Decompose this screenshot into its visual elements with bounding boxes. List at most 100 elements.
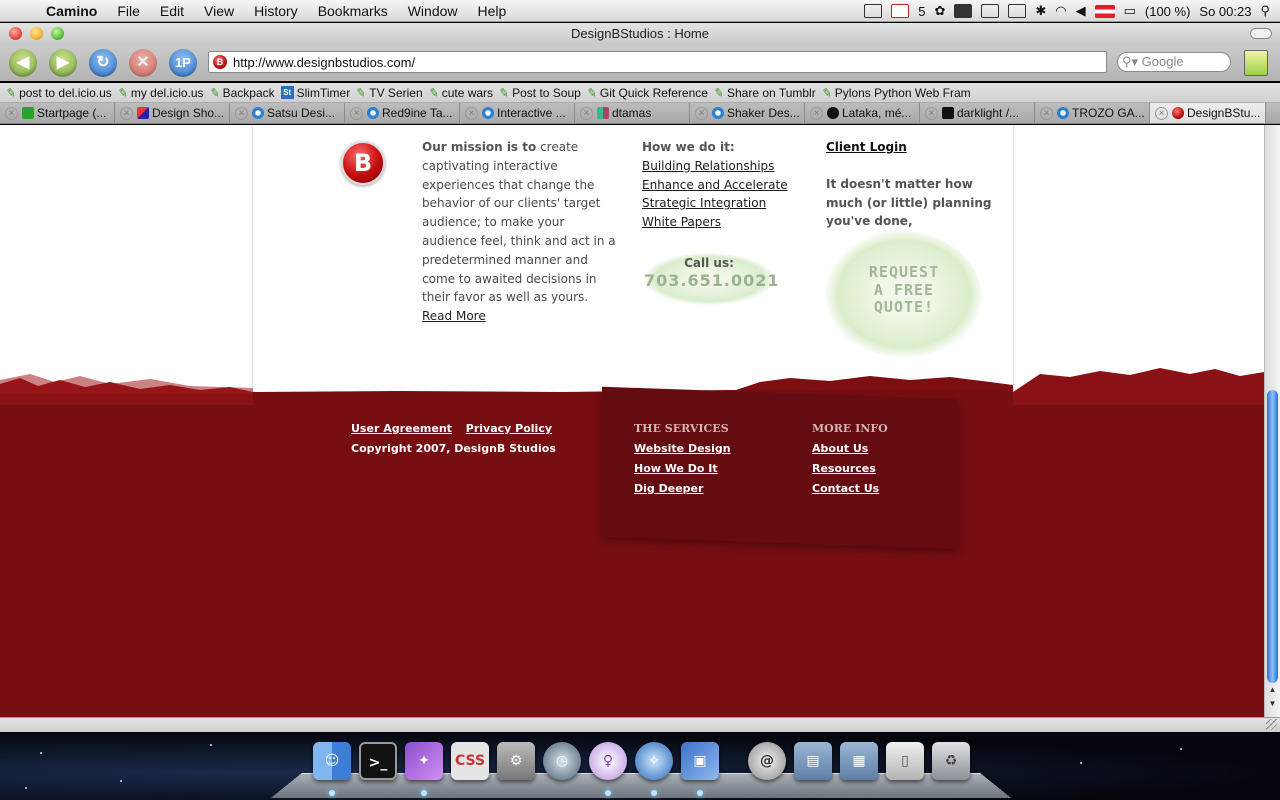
tab-designbstudios[interactable]: × DesignBStu... (1150, 103, 1266, 123)
tab-shaker[interactable]: × Shaker Des... (690, 103, 805, 123)
close-tab-icon[interactable]: × (350, 106, 363, 120)
read-more-link[interactable]: Read More (422, 309, 486, 323)
trash-icon[interactable]: ♻ (932, 742, 970, 780)
documents-folder-icon[interactable]: ▤ (794, 742, 832, 780)
reload-button[interactable]: ↻ (89, 49, 117, 77)
bookmark-item[interactable]: ✎ cute wars (427, 85, 493, 101)
bookmarks-manager-button[interactable] (1244, 50, 1268, 76)
tab-darklight[interactable]: × darklight /... (920, 103, 1035, 123)
input-source-flag-icon[interactable] (1094, 4, 1115, 18)
display-icon[interactable] (981, 4, 1000, 18)
time-machine-icon[interactable]: ◷ (543, 742, 581, 780)
bookmark-item[interactable]: St SlimTimer (280, 86, 350, 100)
camino-icon[interactable]: ✧ (635, 742, 673, 780)
memory-icon[interactable] (1008, 4, 1027, 18)
tab-design-shop[interactable]: × Design Sho... (115, 103, 230, 123)
iphoto-icon[interactable]: ▣ (681, 742, 719, 780)
adium-icon[interactable]: ♀ (589, 742, 627, 780)
system-preferences-icon[interactable]: ⚙ (497, 742, 535, 780)
search-field[interactable]: ⚲▾ Google (1117, 52, 1231, 72)
scroll-up-arrow-icon[interactable]: ▲ (1267, 685, 1278, 697)
strategic-integration-link[interactable]: Strategic Integration (642, 194, 802, 213)
calendar-icon[interactable] (864, 4, 883, 18)
bookmark-item[interactable]: ✎ TV Serien (355, 85, 423, 101)
about-us-link[interactable]: About Us (812, 439, 888, 459)
close-tab-icon[interactable]: × (5, 106, 18, 120)
website-design-link[interactable]: Website Design (634, 439, 731, 459)
close-tab-icon[interactable]: × (580, 106, 593, 120)
close-tab-icon[interactable]: × (465, 106, 478, 120)
bookmark-item[interactable]: ✎ Pylons Python Web Fram (821, 85, 971, 101)
close-tab-icon[interactable]: × (235, 106, 248, 120)
gmail-icon[interactable] (891, 4, 910, 18)
user-agreement-link[interactable]: User Agreement (351, 422, 452, 435)
menubar-clock[interactable]: So 00:23 (1199, 4, 1251, 19)
tab-dtamas[interactable]: × dtamas (575, 103, 690, 123)
vertical-scrollbar[interactable]: ▲ ▼ (1264, 125, 1280, 717)
how-we-do-it-link[interactable]: How We Do It (634, 459, 731, 479)
cssedit-icon[interactable]: CSS (451, 742, 489, 780)
menu-edit[interactable]: Edit (150, 0, 194, 22)
enhance-accelerate-link[interactable]: Enhance and Accelerate (642, 176, 802, 195)
menu-view[interactable]: View (194, 0, 244, 22)
dig-deeper-link[interactable]: Dig Deeper (634, 479, 731, 499)
zoom-window-button[interactable] (51, 27, 64, 40)
address-bar[interactable]: B http://www.designbstudios.com/ (208, 51, 1107, 73)
spaces-icon[interactable] (954, 4, 973, 18)
bookmark-item[interactable]: ✎ Share on Tumblr (713, 85, 816, 101)
close-tab-icon[interactable]: × (1040, 106, 1053, 120)
finder-icon[interactable]: ☺ (313, 742, 351, 780)
colloquy-icon[interactable]: ✦ (405, 742, 443, 780)
resources-link[interactable]: Resources (812, 459, 888, 479)
bookmark-item[interactable]: ✎ post to del.icio.us (5, 85, 112, 101)
request-quote-button[interactable]: REQUEST A FREE QUOTE! (826, 231, 982, 357)
close-tab-icon[interactable]: × (1155, 106, 1168, 120)
tab-interactive[interactable]: × Interactive ... (460, 103, 575, 123)
tab-satsu[interactable]: × Satsu Desi... (230, 103, 345, 123)
paw-icon[interactable]: ✿ (934, 3, 945, 19)
bookmark-item[interactable]: ✎ Git Quick Reference (586, 85, 708, 101)
close-tab-icon[interactable]: × (925, 106, 938, 120)
spotlight-icon[interactable]: ⚲ (1260, 3, 1270, 19)
onepassword-button[interactable]: 1P (169, 49, 197, 77)
forward-button[interactable]: ▶ (49, 49, 77, 77)
bookmark-item[interactable]: ✎ Backpack (208, 85, 274, 101)
menu-help[interactable]: Help (468, 0, 517, 22)
resize-grip-icon[interactable] (1266, 719, 1277, 730)
toolbar-toggle-button[interactable] (1250, 28, 1272, 39)
client-login-link[interactable]: Client Login (826, 138, 996, 157)
wifi-icon[interactable]: ◠ (1055, 3, 1066, 19)
bookmark-item[interactable]: ✎ my del.icio.us (117, 85, 204, 101)
menu-file[interactable]: File (107, 0, 150, 22)
volume-icon[interactable]: ◀ (1076, 3, 1086, 19)
battery-icon[interactable]: ▭ (1124, 3, 1136, 19)
close-tab-icon[interactable]: × (695, 106, 708, 120)
scroll-down-arrow-icon[interactable]: ▼ (1267, 699, 1278, 711)
terminal-icon[interactable]: >_ (359, 742, 397, 780)
contact-us-link[interactable]: Contact Us (812, 479, 888, 499)
building-relationships-link[interactable]: Building Relationships (642, 157, 802, 176)
stop-button[interactable]: ✕ (129, 49, 157, 77)
bookmark-item[interactable]: ✎ Post to Soup (498, 85, 581, 101)
privacy-policy-link[interactable]: Privacy Policy (466, 422, 552, 435)
close-window-button[interactable] (9, 27, 22, 40)
scroll-thumb[interactable] (1267, 390, 1278, 683)
tab-red9ine[interactable]: × Red9ine Ta... (345, 103, 460, 123)
close-tab-icon[interactable]: × (810, 106, 823, 120)
menu-window[interactable]: Window (398, 0, 468, 22)
designb-logo[interactable]: B (341, 141, 385, 185)
menu-app[interactable]: Camino (36, 0, 107, 22)
movies-folder-icon[interactable]: ▦ (840, 742, 878, 780)
bluetooth-icon[interactable]: ✱ (1035, 3, 1046, 19)
search-icon[interactable]: ⚲▾ (1122, 54, 1138, 69)
tab-startpage[interactable]: × Startpage (... (0, 103, 115, 123)
menu-bookmarks[interactable]: Bookmarks (308, 0, 398, 22)
downloads-stack-icon[interactable]: ▯ (886, 742, 924, 780)
back-button[interactable]: ◀ (9, 49, 37, 77)
tab-lataka[interactable]: × Lataka, mé... (805, 103, 920, 123)
minimize-window-button[interactable] (30, 27, 43, 40)
close-tab-icon[interactable]: × (120, 106, 133, 120)
mail-stack-icon[interactable]: @ (748, 742, 786, 780)
menu-history[interactable]: History (244, 0, 308, 22)
white-papers-link[interactable]: White Papers (642, 213, 802, 232)
